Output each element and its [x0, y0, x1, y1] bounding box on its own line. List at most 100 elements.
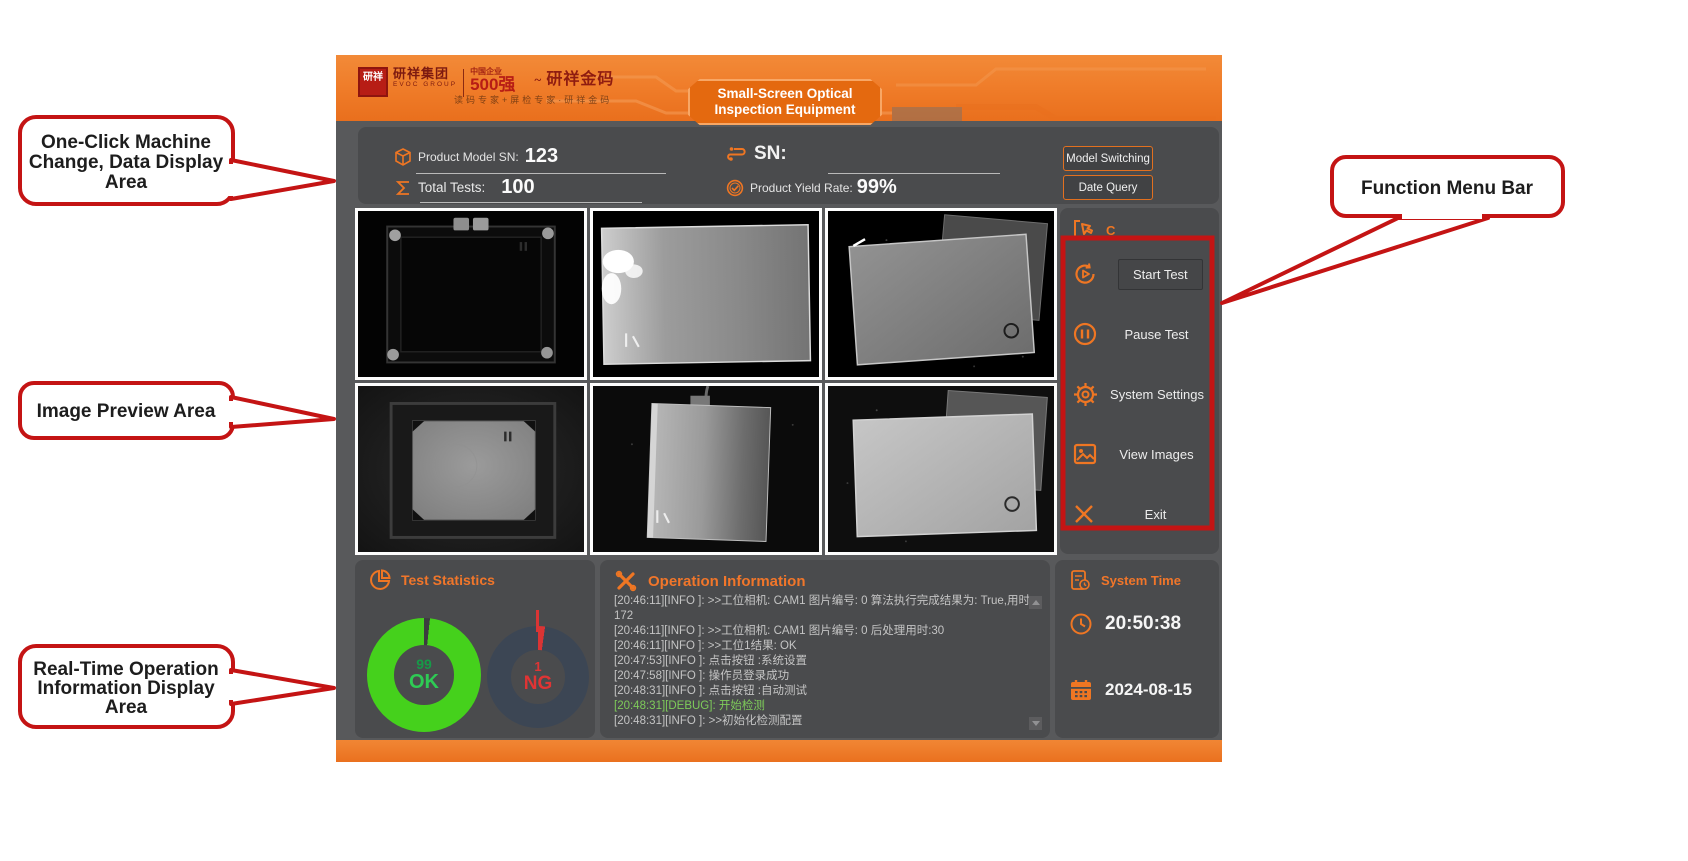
- calendar-icon: [1069, 678, 1093, 702]
- pause-test-button[interactable]: Pause Test: [1060, 304, 1219, 364]
- system-settings-button[interactable]: System Settings: [1060, 364, 1219, 424]
- callout-operation-info: Real-Time Operation Information Display …: [20, 646, 334, 727]
- system-time-title: System Time: [1101, 573, 1181, 588]
- evoc-logo-icon: 研祥: [358, 67, 388, 97]
- log-line: [20:46:11][INFO ]: >>工位1结果: OK: [614, 639, 1038, 654]
- total-tests-underline: [420, 202, 642, 203]
- brand-signature: ~研祥金码: [534, 65, 614, 89]
- camera-preview-1: [355, 208, 587, 380]
- function-menu-items: Start Test Pause Test System Settings: [1060, 244, 1219, 544]
- app-title-line2: Inspection Equipment: [714, 102, 855, 118]
- log-line: [20:47:53][INFO ]: 点击按钮 :系统设置: [614, 654, 1038, 669]
- pie-chart-icon: [369, 569, 391, 591]
- camera-image-4: [358, 386, 584, 552]
- camera-preview-2: [590, 208, 822, 380]
- ng-gauge-marker: [536, 610, 539, 632]
- camera-preview-5: [590, 383, 822, 555]
- logo-slogan: 读码专家+屏检专家·研祥金码: [454, 93, 612, 106]
- start-test-icon: [1072, 261, 1098, 287]
- callout-image-preview: Image Preview Area: [20, 383, 334, 438]
- current-date-value: 2024-08-15: [1105, 680, 1192, 700]
- view-images-button[interactable]: View Images: [1060, 424, 1219, 484]
- arrow-down-icon: [1032, 721, 1040, 726]
- system-time-header: System Time: [1055, 560, 1219, 591]
- svg-text:Area: Area: [105, 697, 148, 718]
- app-title-badge: Small-Screen Optical Inspection Equipmen…: [688, 79, 882, 125]
- svg-text:Image Preview Area: Image Preview Area: [37, 401, 216, 422]
- product-model-field: Product Model SN: 123: [394, 145, 558, 168]
- camera-image-5: [593, 386, 819, 552]
- ok-count: 99: [416, 657, 432, 671]
- log-line: [20:46:11][INFO ]: >>工位相机: CAM1 图片编号: 0 …: [614, 594, 1038, 624]
- svg-text:Function Menu Bar: Function Menu Bar: [1361, 178, 1534, 199]
- doc-clock-icon: [1069, 569, 1091, 591]
- svg-text:Area: Area: [105, 172, 148, 193]
- system-settings-label: System Settings: [1109, 387, 1219, 402]
- svg-text:Information Display: Information Display: [37, 678, 215, 699]
- model-switching-button[interactable]: Model Switching: [1063, 146, 1153, 171]
- data-display-panel: Product Model SN: 123 Total Tests: 100 S…: [358, 127, 1219, 204]
- operation-information-title: Operation Information: [648, 573, 806, 590]
- product-model-underline: [416, 173, 666, 174]
- callout-data-area: One-Click Machine Change, Data Display A…: [20, 117, 334, 204]
- test-statistics-header: Test Statistics: [355, 560, 595, 591]
- ok-donut-chart: 99 OK: [367, 618, 481, 732]
- operation-log[interactable]: [20:46:11][INFO ]: >>工位相机: CAM1 图片编号: 0 …: [614, 594, 1038, 732]
- pause-test-label: Pause Test: [1108, 327, 1219, 342]
- app-header: 研祥 研祥集团 EVOC GROUP 中国企业 500强 读码专家+屏检专家·研…: [336, 55, 1222, 121]
- image-icon: [1072, 441, 1098, 467]
- current-time-value: 20:50:38: [1105, 613, 1181, 635]
- sn-field: SN:: [726, 143, 793, 165]
- exit-button[interactable]: Exit: [1060, 484, 1219, 544]
- svg-text:Real-Time Operation: Real-Time Operation: [33, 659, 218, 680]
- image-preview-area: [355, 208, 1057, 555]
- logo-group-en: EVOC GROUP: [393, 81, 457, 89]
- camera-image-2: [593, 211, 819, 377]
- yield-rate-value: 99%: [857, 176, 897, 199]
- log-line: [20:48:31][INFO ]: >>初始化检测配置: [614, 714, 1038, 729]
- camera-image-6: [828, 386, 1054, 552]
- function-menu-panel: C Start Test Pause Test: [1060, 208, 1219, 554]
- camera-preview-4: [355, 383, 587, 555]
- operation-information-header: Operation Information: [600, 560, 1050, 593]
- yield-rate-label: Product Yield Rate:: [750, 181, 853, 195]
- product-model-label: Product Model SN:: [418, 150, 519, 164]
- app-footer-bar: [336, 740, 1222, 762]
- date-query-button[interactable]: Date Query: [1063, 175, 1153, 200]
- system-time-panel: System Time 20:50:38 2024-08-15: [1055, 560, 1219, 738]
- logo-group-cn: 研祥集团: [393, 67, 457, 81]
- clock-icon: [1069, 612, 1093, 636]
- gear-icon: [1072, 381, 1099, 408]
- camera-image-3: [828, 211, 1054, 377]
- total-tests-value: 100: [501, 176, 534, 199]
- product-model-value: 123: [525, 145, 558, 168]
- yield-rate-field: Product Yield Rate: 99%: [726, 176, 897, 199]
- ok-label: OK: [409, 671, 439, 693]
- arrow-up-icon: [1032, 600, 1040, 605]
- route-icon: [726, 144, 748, 164]
- view-images-label: View Images: [1108, 447, 1219, 462]
- camera-image-1: [358, 211, 584, 377]
- product-box-icon: [394, 148, 412, 166]
- sn-label: SN:: [754, 143, 787, 165]
- check-circle-icon: [726, 179, 744, 197]
- function-menu-header-label: C: [1106, 223, 1115, 238]
- ng-donut-chart: 1 NG: [487, 626, 589, 728]
- camera-preview-6: [825, 383, 1057, 555]
- test-statistics-title: Test Statistics: [401, 572, 495, 588]
- tools-icon: [614, 569, 638, 593]
- ng-count: 1: [534, 660, 541, 673]
- app-title-line1: Small-Screen Optical: [717, 86, 852, 102]
- log-line-debug: [20:48:31][DEBUG]: 开始检测: [614, 699, 1038, 714]
- camera-preview-3: [825, 208, 1057, 380]
- log-scroll-up-button[interactable]: [1029, 596, 1042, 609]
- inspection-app-window: 研祥 研祥集团 EVOC GROUP 中国企业 500强 读码专家+屏检专家·研…: [336, 55, 1222, 762]
- pause-test-icon: [1072, 321, 1098, 347]
- sigma-icon: [394, 179, 412, 197]
- svg-text:Change, Data Display: Change, Data Display: [29, 152, 224, 173]
- function-menu-header: C: [1060, 208, 1219, 244]
- start-test-button[interactable]: Start Test: [1060, 244, 1219, 304]
- logo-rank: 500强: [470, 76, 515, 93]
- ng-label: NG: [524, 673, 553, 694]
- log-scroll-down-button[interactable]: [1029, 717, 1042, 730]
